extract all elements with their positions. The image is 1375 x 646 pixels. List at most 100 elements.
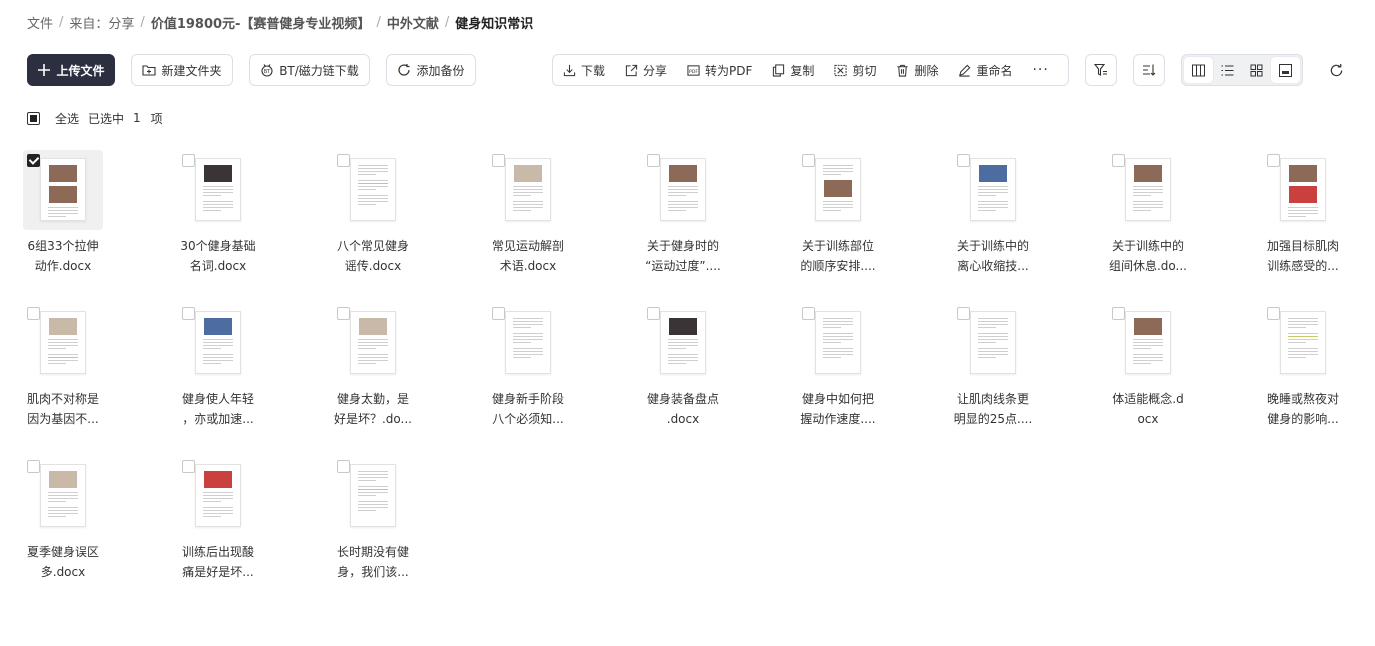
file-tile[interactable] [798, 150, 878, 230]
file-tile[interactable] [23, 303, 103, 383]
file-name-line-2: 动作.docx [34, 259, 92, 273]
docx-thumbnail [350, 158, 396, 221]
file-tile[interactable] [333, 150, 413, 230]
docx-thumbnail [350, 464, 396, 527]
view-list-option[interactable] [1213, 57, 1242, 83]
sort-button[interactable] [1133, 54, 1165, 86]
file-name[interactable]: 长时期没有健 身，我们该... [313, 542, 433, 582]
file-checkbox[interactable] [337, 307, 350, 320]
file-checkbox[interactable] [27, 307, 40, 320]
file-tile[interactable] [1108, 150, 1188, 230]
breadcrumb-course-folder[interactable]: 价值19800元-【赛普健身专业视频】 [151, 13, 371, 32]
file-checkbox[interactable] [337, 460, 350, 473]
file-name[interactable]: 八个常见健身 谣传.docx [313, 236, 433, 276]
new-folder-button[interactable]: 新建文件夹 [131, 54, 233, 86]
file-tile[interactable] [1263, 150, 1343, 230]
breadcrumb-literature-folder[interactable]: 中外文献 [387, 13, 439, 32]
file-checkbox[interactable] [957, 154, 970, 167]
file-tile[interactable] [1263, 303, 1343, 383]
file-name[interactable]: 30个健身基础 名词.docx [158, 236, 278, 276]
file-checkbox[interactable] [802, 154, 815, 167]
file-checkbox[interactable] [957, 307, 970, 320]
file-checkbox[interactable] [647, 154, 660, 167]
file-tile[interactable] [953, 150, 1033, 230]
convert-pdf-action[interactable]: PDF 转为PDF [687, 62, 752, 79]
file-name[interactable]: 关于健身时的 “运动过度”.... [623, 236, 743, 276]
file-name[interactable]: 肌肉不对称是 因为基因不... [3, 389, 123, 429]
file-tile[interactable] [643, 303, 723, 383]
select-all-checkbox[interactable] [27, 111, 40, 125]
file-name[interactable]: 训练后出现酸 痛是好是坏... [158, 542, 278, 582]
file-name[interactable]: 加强目标肌肉 训练感受的... [1243, 236, 1363, 276]
file-tile[interactable] [23, 150, 103, 230]
file-name-line-2: 多.docx [40, 565, 86, 579]
bt-download-button[interactable]: BT BT/磁力链下载 [249, 54, 370, 86]
file-tile[interactable] [178, 150, 258, 230]
file-name[interactable]: 健身中如何把 握动作速度.... [778, 389, 898, 429]
file-name[interactable]: 常见运动解剖 术语.docx [468, 236, 588, 276]
file-tile[interactable] [798, 303, 878, 383]
selected-unit: 项 [150, 111, 163, 126]
file-checkbox[interactable] [182, 460, 195, 473]
file-checkbox[interactable] [492, 307, 505, 320]
trash-icon [897, 64, 909, 77]
file-name[interactable]: 让肌肉线条更 明显的25点.... [933, 389, 1053, 429]
upload-button[interactable]: 上传文件 [27, 54, 115, 86]
file-checkbox[interactable] [1112, 307, 1125, 320]
file-tile[interactable] [953, 303, 1033, 383]
view-grid-option[interactable] [1242, 57, 1271, 83]
file-tile[interactable] [1108, 303, 1188, 383]
file-name-line-1: 八个常见健身 [336, 239, 409, 253]
file-name[interactable]: 6组33个拉伸 动作.docx [3, 236, 123, 276]
more-actions-button[interactable]: ··· [1032, 62, 1048, 78]
file-name[interactable]: 健身太勤，是 好是坏？.do... [313, 389, 433, 429]
docx-thumbnail [1125, 311, 1171, 374]
file-name-line-2: 痛是好是坏... [182, 565, 254, 579]
docx-thumbnail [815, 311, 861, 374]
file-name[interactable]: 健身使人年轻 ，亦或加速... [158, 389, 278, 429]
file-checkbox[interactable] [182, 154, 195, 167]
refresh-button[interactable] [1326, 60, 1346, 80]
file-checkbox[interactable] [182, 307, 195, 320]
filter-button[interactable] [1085, 54, 1117, 86]
file-tile[interactable] [178, 303, 258, 383]
share-label: 分享 [643, 63, 668, 78]
file-name[interactable]: 关于训练中的 离心收缩技... [933, 236, 1053, 276]
file-name[interactable]: 健身新手阶段 八个必须知... [468, 389, 588, 429]
file-tile[interactable] [488, 303, 568, 383]
rename-action[interactable]: 重命名 [958, 62, 1012, 79]
file-checkbox[interactable] [1267, 154, 1280, 167]
view-columns-option[interactable] [1184, 57, 1213, 83]
file-tile[interactable] [333, 456, 413, 536]
file-tile[interactable] [178, 456, 258, 536]
file-checkbox[interactable] [1267, 307, 1280, 320]
share-action[interactable]: 分享 [625, 62, 667, 79]
file-tile[interactable] [23, 456, 103, 536]
copy-action[interactable]: 复制 [772, 62, 814, 79]
file-name[interactable]: 关于训练部位 的顺序安排.... [778, 236, 898, 276]
select-all-label[interactable]: 全选 [55, 110, 79, 127]
view-thumbnail-option[interactable] [1271, 57, 1300, 83]
file-checkbox[interactable] [27, 460, 40, 473]
download-action[interactable]: 下载 [563, 62, 605, 79]
file-checkbox[interactable] [492, 154, 505, 167]
file-name[interactable]: 夏季健身误区 多.docx [3, 542, 123, 582]
file-checkbox[interactable] [802, 307, 815, 320]
breadcrumb-files[interactable]: 文件 [27, 13, 53, 32]
file-name-line-1: 体适能概念.d [1112, 392, 1184, 406]
file-tile[interactable] [643, 150, 723, 230]
delete-action[interactable]: 删除 [896, 62, 938, 79]
file-checkbox[interactable] [647, 307, 660, 320]
breadcrumb-shared[interactable]: 来自：分享 [69, 13, 134, 32]
file-checkbox[interactable] [27, 154, 40, 167]
cut-action[interactable]: 剪切 [834, 62, 876, 79]
file-name[interactable]: 关于训练中的 组间休息.do... [1088, 236, 1208, 276]
file-checkbox[interactable] [1112, 154, 1125, 167]
add-backup-button[interactable]: 添加备份 [386, 54, 476, 86]
file-tile[interactable] [333, 303, 413, 383]
file-name[interactable]: 晚睡或熬夜对 健身的影响... [1243, 389, 1363, 429]
file-tile[interactable] [488, 150, 568, 230]
file-checkbox[interactable] [337, 154, 350, 167]
file-name[interactable]: 体适能概念.d ocx [1088, 389, 1208, 429]
file-name[interactable]: 健身装备盘点 .docx [623, 389, 743, 429]
